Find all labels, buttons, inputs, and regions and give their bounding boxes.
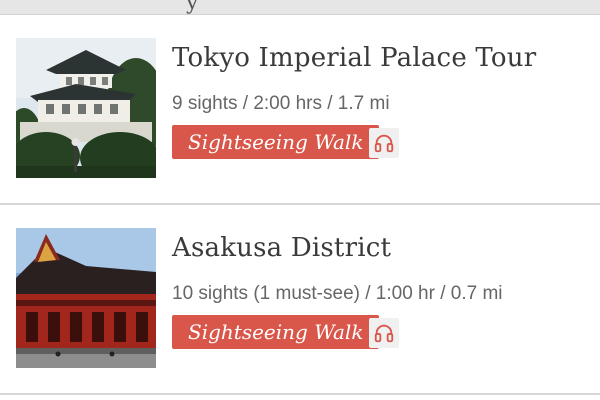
header-partial-text: y (186, 0, 199, 15)
tour-thumbnail-asakusa (16, 228, 156, 368)
headphones-icon (374, 134, 394, 153)
tour-list: Tokyo Imperial Palace Tour 9 sights / 2:… (0, 15, 600, 395)
tour-meta: 9 sights / 2:00 hrs / 1.7 mi (172, 93, 390, 114)
tour-title[interactable]: Tokyo Imperial Palace Tour (172, 43, 536, 73)
top-header-bar: y (0, 0, 600, 15)
audio-guide-button[interactable] (369, 318, 399, 348)
headphones-icon (374, 324, 394, 343)
tour-title[interactable]: Asakusa District (172, 233, 391, 263)
audio-guide-button[interactable] (369, 128, 399, 158)
tour-type-tag: Sightseeing Walk (172, 125, 380, 159)
tour-item-asakusa-district[interactable]: Asakusa District 10 sights (1 must-see) … (0, 205, 600, 395)
tour-thumbnail-imperial-palace (16, 38, 156, 178)
tour-item-tokyo-imperial-palace[interactable]: Tokyo Imperial Palace Tour 9 sights / 2:… (0, 15, 600, 205)
tour-type-tag: Sightseeing Walk (172, 315, 380, 349)
tour-meta: 10 sights (1 must-see) / 1:00 hr / 0.7 m… (172, 283, 503, 304)
